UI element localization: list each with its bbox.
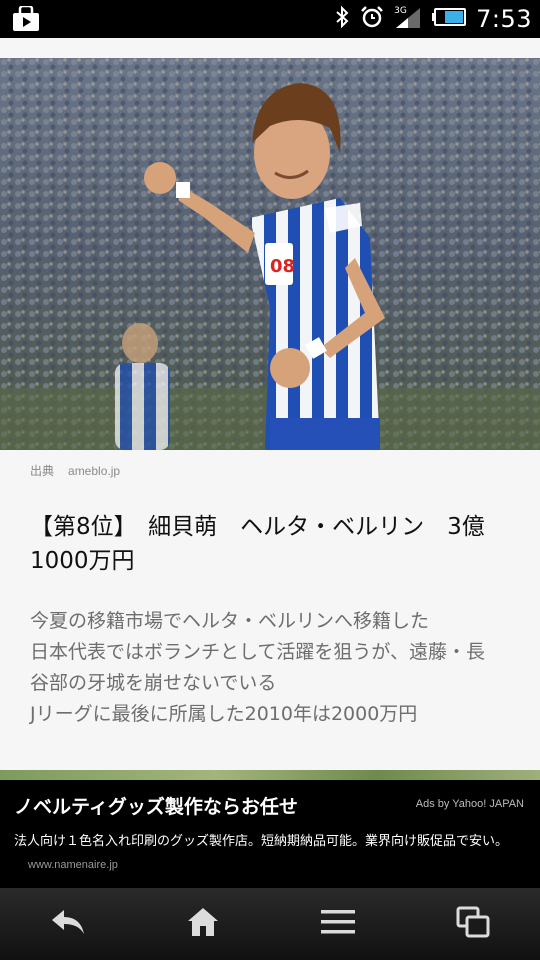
top-strip xyxy=(0,38,540,58)
network-label: 3G xyxy=(394,6,407,16)
article-headline: 【第8位】 細貝萌 ヘルタ・ベルリン 3億1000万円 xyxy=(30,514,485,574)
signal-icon: 3G xyxy=(394,4,422,34)
next-photo-peek xyxy=(0,770,540,780)
source-link[interactable]: ameblo.jp xyxy=(68,464,120,478)
source-label: 出典 xyxy=(30,464,55,478)
ad-provider[interactable]: Ads by Yahoo! JAPAN xyxy=(416,798,524,810)
photo-source: 出典 ameblo.jp xyxy=(30,462,120,479)
menu-icon xyxy=(320,909,355,939)
body-line: 今夏の移籍市場でヘルタ・ベルリンへ移籍した xyxy=(30,610,430,632)
back-icon xyxy=(50,908,86,940)
status-time: 7:53 xyxy=(476,5,532,33)
body-line: Jリーグに最後に所属した2010年は2000万円 xyxy=(30,703,418,725)
ad-title[interactable]: ノベルティグッズ製作ならお任せ xyxy=(14,792,298,819)
home-button[interactable] xyxy=(168,894,238,954)
recent-apps-icon xyxy=(456,906,490,942)
ad-description-text: 法人向け１色名入れ印刷のグッズ製作店。短納期納品可能。業界向け販促品で安い。 xyxy=(14,834,509,849)
status-bar: 3G 7:53 xyxy=(0,0,540,38)
back-button[interactable] xyxy=(33,894,103,954)
article-photo[interactable]: 08 xyxy=(0,58,540,450)
bluetooth-icon xyxy=(334,5,350,33)
body-line: 日本代表ではボランチとして活躍を狙うが、遠藤・長 xyxy=(30,641,486,663)
jersey-number: 08 xyxy=(270,256,295,277)
article-body: 今夏の移籍市場でヘルタ・ベルリンへ移籍した 日本代表ではボランチとして活躍を狙う… xyxy=(30,606,512,730)
navigation-bar xyxy=(0,888,540,960)
alarm-icon xyxy=(360,5,384,33)
recent-apps-button[interactable] xyxy=(438,894,508,954)
article-card: 出典 ameblo.jp 【第8位】 細貝萌 ヘルタ・ベルリン 3億1000万円 … xyxy=(0,450,540,770)
store-bag-icon xyxy=(12,4,42,32)
menu-button[interactable] xyxy=(303,894,373,954)
ad-banner[interactable]: ノベルティグッズ製作ならお任せ Ads by Yahoo! JAPAN 法人向け… xyxy=(0,780,540,888)
article-page[interactable]: 08 出典 ameblo.jp 【第8位】 細貝萌 ヘルタ・ベルリン 3億1000… xyxy=(0,38,540,888)
body-line: 谷部の牙城を崩せないでいる xyxy=(30,672,277,694)
ad-description[interactable]: 法人向け１色名入れ印刷のグッズ製作店。短納期納品可能。業界向け販促品で安い。 ww… xyxy=(14,830,519,877)
home-icon xyxy=(186,906,220,942)
ad-url[interactable]: www.namenaire.jp xyxy=(28,859,118,871)
battery-icon xyxy=(432,7,467,31)
